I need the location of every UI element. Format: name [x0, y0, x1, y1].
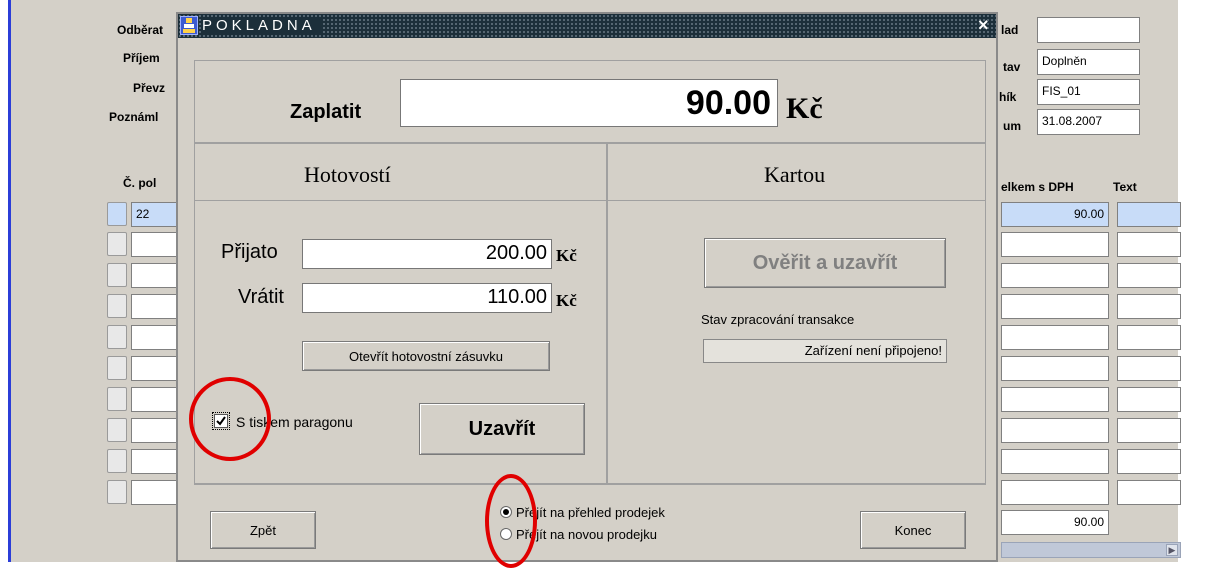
- table-cell-text[interactable]: [1117, 325, 1181, 350]
- row-selector[interactable]: [107, 418, 127, 442]
- open-drawer-button[interactable]: Otevřít hotovostní zásuvku: [302, 341, 550, 371]
- row-selector[interactable]: [107, 202, 127, 226]
- return-currency: Kč: [556, 291, 577, 310]
- pay-amount-value: 90.00: [685, 84, 771, 122]
- label-prijemce: Příjem: [123, 51, 160, 65]
- header-divider: [194, 200, 986, 201]
- scroll-right-arrow-icon[interactable]: ▶: [1166, 544, 1178, 556]
- pay-amount-field: 90.00: [400, 79, 778, 127]
- close-transaction-button[interactable]: Uzavřít: [419, 403, 585, 455]
- table-cell-celkem[interactable]: [1001, 356, 1109, 381]
- table-cell-text[interactable]: [1117, 449, 1181, 474]
- table-cell-celkem[interactable]: [1001, 325, 1109, 350]
- table-cell-celkem[interactable]: [1001, 294, 1109, 319]
- label-odberatel: Odběrat: [117, 23, 164, 37]
- row-selector[interactable]: [107, 480, 127, 504]
- return-label: Vrátit: [238, 286, 284, 308]
- table-cell-celkem[interactable]: [1001, 263, 1109, 288]
- row-selector[interactable]: [107, 263, 127, 287]
- table-cell-text[interactable]: [1117, 232, 1181, 257]
- annotation-circle-radios: [485, 474, 537, 568]
- label-datum: um: [1003, 119, 1021, 133]
- table-cell-text[interactable]: [1117, 263, 1181, 288]
- table-cell-text[interactable]: [1117, 294, 1181, 319]
- table-cell-celkem[interactable]: 90.00: [1001, 202, 1109, 227]
- return-input[interactable]: 110.00: [302, 283, 552, 313]
- app-icon: [180, 16, 198, 35]
- datum-field[interactable]: 31.08.2007: [1037, 109, 1140, 135]
- horizontal-scrollbar[interactable]: ▶: [1001, 542, 1181, 558]
- label-poznamka: Poznáml: [109, 110, 159, 124]
- table-cell-celkem[interactable]: [1001, 387, 1109, 412]
- table-cell-celkem[interactable]: [1001, 480, 1109, 505]
- title-bar[interactable]: POKLADNA ×: [178, 14, 996, 38]
- transaction-status-label: Stav zpracování transakce: [701, 312, 855, 327]
- column-header-cislo-polozky: Č. pol: [123, 176, 157, 190]
- received-input[interactable]: 200.00: [302, 239, 552, 269]
- received-value: 200.00: [485, 242, 547, 264]
- radio-new-label[interactable]: Přejít na novou prodejku: [516, 527, 657, 542]
- sklad-field[interactable]: [1037, 17, 1140, 43]
- row-selector[interactable]: [107, 449, 127, 473]
- label-stav: tav: [1003, 60, 1021, 74]
- table-cell-celkem[interactable]: [1001, 449, 1109, 474]
- table-cell-text[interactable]: [1117, 202, 1181, 227]
- label-prevzal: Převz: [133, 81, 166, 95]
- table-cell-celkem[interactable]: [1001, 232, 1109, 257]
- card-header: Kartou: [764, 162, 826, 187]
- close-icon[interactable]: ×: [978, 15, 989, 36]
- column-header-text: Text: [1113, 180, 1137, 194]
- pay-label: Zaplatit: [290, 101, 362, 123]
- stav-field[interactable]: Doplněn: [1037, 49, 1140, 75]
- verify-and-close-button[interactable]: Ověřit a uzavřít: [704, 238, 946, 288]
- radio-overview-label[interactable]: Přejít na přehled prodejek: [516, 505, 665, 520]
- window-title: POKLADNA: [202, 17, 322, 34]
- row-selector[interactable]: [107, 387, 127, 411]
- column-header-celkem-s-dph: elkem s DPH: [1001, 180, 1074, 194]
- sum-total-field: 90.00: [1001, 510, 1109, 535]
- label-pokladnik: hík: [999, 90, 1017, 104]
- transaction-status-field: Zařízení není připojeno!: [703, 339, 947, 363]
- label-sklad: lad: [1001, 23, 1019, 37]
- table-cell-celkem[interactable]: [1001, 418, 1109, 443]
- row-selector[interactable]: [107, 294, 127, 318]
- table-cell-text[interactable]: [1117, 387, 1181, 412]
- table-cell-text[interactable]: [1117, 480, 1181, 505]
- row-selector[interactable]: [107, 325, 127, 349]
- cash-header: Hotovostí: [304, 162, 391, 187]
- row-selector[interactable]: [107, 232, 127, 256]
- return-value: 110.00: [487, 286, 547, 308]
- row-selector[interactable]: [107, 356, 127, 380]
- received-currency: Kč: [556, 246, 577, 265]
- pokladna-dialog: POKLADNA × Zaplatit 90.00 Kč Hotovostí K…: [176, 12, 998, 562]
- bottom-divider: [194, 484, 986, 485]
- table-cell-text[interactable]: [1117, 418, 1181, 443]
- pay-currency: Kč: [786, 92, 823, 125]
- annotation-circle-checkbox: [189, 377, 271, 461]
- received-label: Přijato: [221, 241, 278, 263]
- end-button[interactable]: Konec: [860, 511, 966, 549]
- back-button[interactable]: Zpět: [210, 511, 316, 549]
- table-cell-text[interactable]: [1117, 356, 1181, 381]
- pokladnik-field[interactable]: FIS_01: [1037, 79, 1140, 105]
